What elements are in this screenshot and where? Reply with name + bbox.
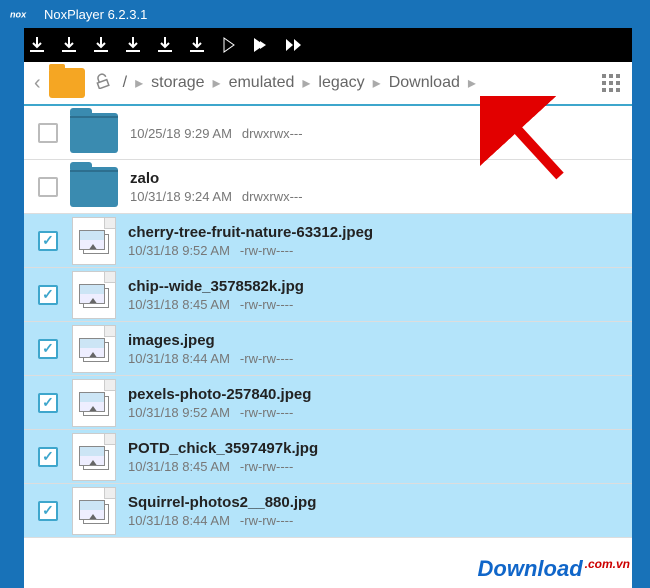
file-perms: drwxrwx--- [242,189,303,204]
file-name: cherry-tree-fruit-nature-63312.jpeg [128,224,624,241]
file-date: 10/31/18 8:44 AM [128,351,230,366]
file-list: 10/25/18 9:29 AM drwxrwx--- zalo 10/31/18 9… [24,106,632,538]
download-icon-4[interactable] [126,37,140,53]
file-date: 10/31/18 8:45 AM [128,459,230,474]
checkbox[interactable] [38,339,58,359]
title-bar: nox NoxPlayer 6.2.3.1 [0,0,650,28]
file-meta: 10/31/18 8:44 AM -rw-rw---- [128,351,624,366]
file-info: cherry-tree-fruit-nature-63312.jpeg 10/31… [128,224,624,258]
emulator-toolbar [24,28,632,62]
file-meta: 10/25/18 9:29 AM drwxrwx--- [130,126,624,141]
file-info: zalo 10/31/18 9:24 AM drwxrwx--- [130,170,624,204]
file-info: chip--wide_3578582k.jpg 10/31/18 8:45 AM-… [128,278,624,312]
file-info: POTD_chick_3597497k.jpg 10/31/18 8:45 AM-… [128,440,624,474]
file-row[interactable]: POTD_chick_3597497k.jpg 10/31/18 8:45 AM-… [24,430,632,484]
watermark-text: Download [478,556,583,581]
file-perms: -rw-rw---- [240,405,293,420]
checkbox[interactable] [38,393,58,413]
play-icon[interactable] [222,37,236,53]
image-file-icon [72,325,116,373]
file-meta: 10/31/18 8:45 AM -rw-rw---- [128,297,624,312]
crumb-download[interactable]: Download [383,74,466,92]
file-meta: 10/31/18 9:52 AM -rw-rw---- [128,405,624,420]
file-name: zalo [130,170,624,187]
image-file-icon [72,271,116,319]
file-date: 10/31/18 9:52 AM [128,405,230,420]
file-manager: ‹ / ▸ storage ▸ emulated ▸ legacy ▸ Down… [24,62,632,588]
crumb-storage[interactable]: storage [145,74,210,92]
file-meta: 10/31/18 8:44 AM -rw-rw---- [128,513,624,528]
breadcrumb: / ▸ storage ▸ emulated ▸ legacy ▸ Downlo… [117,73,478,93]
watermark-domain: .com.vn [585,557,630,571]
file-date: 10/31/18 8:44 AM [128,513,230,528]
checkbox[interactable] [38,123,58,143]
file-perms: -rw-rw---- [240,297,293,312]
file-perms: -rw-rw---- [240,243,293,258]
file-row[interactable]: pexels-photo-257840.jpeg 10/31/18 9:52 AM… [24,376,632,430]
window-title: NoxPlayer 6.2.3.1 [44,7,147,22]
file-perms: drwxrwx--- [242,126,303,141]
nox-logo: nox [10,7,36,21]
file-meta: 10/31/18 9:52 AM -rw-rw---- [128,243,624,258]
crumb-emulated[interactable]: emulated [223,74,301,92]
chevron-right-icon: ▸ [300,73,312,93]
file-perms: -rw-rw---- [240,459,293,474]
file-info: Squirrel-photos2__880.jpg 10/31/18 8:44 A… [128,494,624,528]
file-row[interactable]: zalo 10/31/18 9:24 AM drwxrwx--- [24,160,632,214]
file-info: 10/25/18 9:29 AM drwxrwx--- [130,124,624,141]
fast-forward-icon[interactable] [286,38,302,52]
file-date: 10/31/18 8:45 AM [128,297,230,312]
svg-text:nox: nox [10,9,27,19]
unlock-icon[interactable] [95,73,111,94]
folder-icon [70,113,118,153]
file-date: 10/31/18 9:24 AM [130,189,232,204]
download-icon-3[interactable] [94,37,108,53]
file-row[interactable]: chip--wide_3578582k.jpg 10/31/18 8:45 AM-… [24,268,632,322]
file-name: chip--wide_3578582k.jpg [128,278,624,295]
file-name: Squirrel-photos2__880.jpg [128,494,624,511]
file-name: images.jpeg [128,332,624,349]
checkbox[interactable] [38,447,58,467]
file-meta: 10/31/18 8:45 AM -rw-rw---- [128,459,624,474]
download-icon-5[interactable] [158,37,172,53]
file-date: 10/25/18 9:29 AM [130,126,232,141]
crumb-legacy[interactable]: legacy [312,74,370,92]
watermark: Download.com.vn [478,556,630,582]
file-row[interactable]: 10/25/18 9:29 AM drwxrwx--- [24,106,632,160]
file-row[interactable]: Squirrel-photos2__880.jpg 10/31/18 8:44 A… [24,484,632,538]
grid-icon [602,74,620,92]
chevron-right-icon: ▸ [371,73,383,93]
file-name: pexels-photo-257840.jpeg [128,386,624,403]
file-perms: -rw-rw---- [240,513,293,528]
chevron-right-icon: ▸ [466,73,478,93]
download-icon-2[interactable] [62,37,76,53]
file-info: images.jpeg 10/31/18 8:44 AM -rw-rw---- [128,332,624,366]
path-bar: ‹ / ▸ storage ▸ emulated ▸ legacy ▸ Down… [24,62,632,106]
home-folder-icon[interactable] [49,68,85,98]
checkbox[interactable] [38,177,58,197]
download-icon-1[interactable] [30,37,44,53]
image-file-icon [72,379,116,427]
image-file-icon [72,217,116,265]
chevron-right-icon: ▸ [133,73,145,93]
image-file-icon [72,487,116,535]
download-icon-6[interactable] [190,37,204,53]
checkbox[interactable] [38,501,58,521]
file-row[interactable]: cherry-tree-fruit-nature-63312.jpeg 10/31… [24,214,632,268]
back-button[interactable]: ‹ [30,72,45,95]
play-opaque-icon[interactable] [254,37,268,53]
file-meta: 10/31/18 9:24 AM drwxrwx--- [130,189,624,204]
checkbox[interactable] [38,285,58,305]
file-info: pexels-photo-257840.jpeg 10/31/18 9:52 AM… [128,386,624,420]
menu-button[interactable] [602,74,620,92]
chevron-right-icon: ▸ [211,73,223,93]
file-name: POTD_chick_3597497k.jpg [128,440,624,457]
file-row[interactable]: images.jpeg 10/31/18 8:44 AM -rw-rw---- [24,322,632,376]
image-file-icon [72,433,116,481]
checkbox[interactable] [38,231,58,251]
file-date: 10/31/18 9:52 AM [128,243,230,258]
folder-icon [70,167,118,207]
crumb-root[interactable]: / [117,74,133,92]
file-perms: -rw-rw---- [240,351,293,366]
